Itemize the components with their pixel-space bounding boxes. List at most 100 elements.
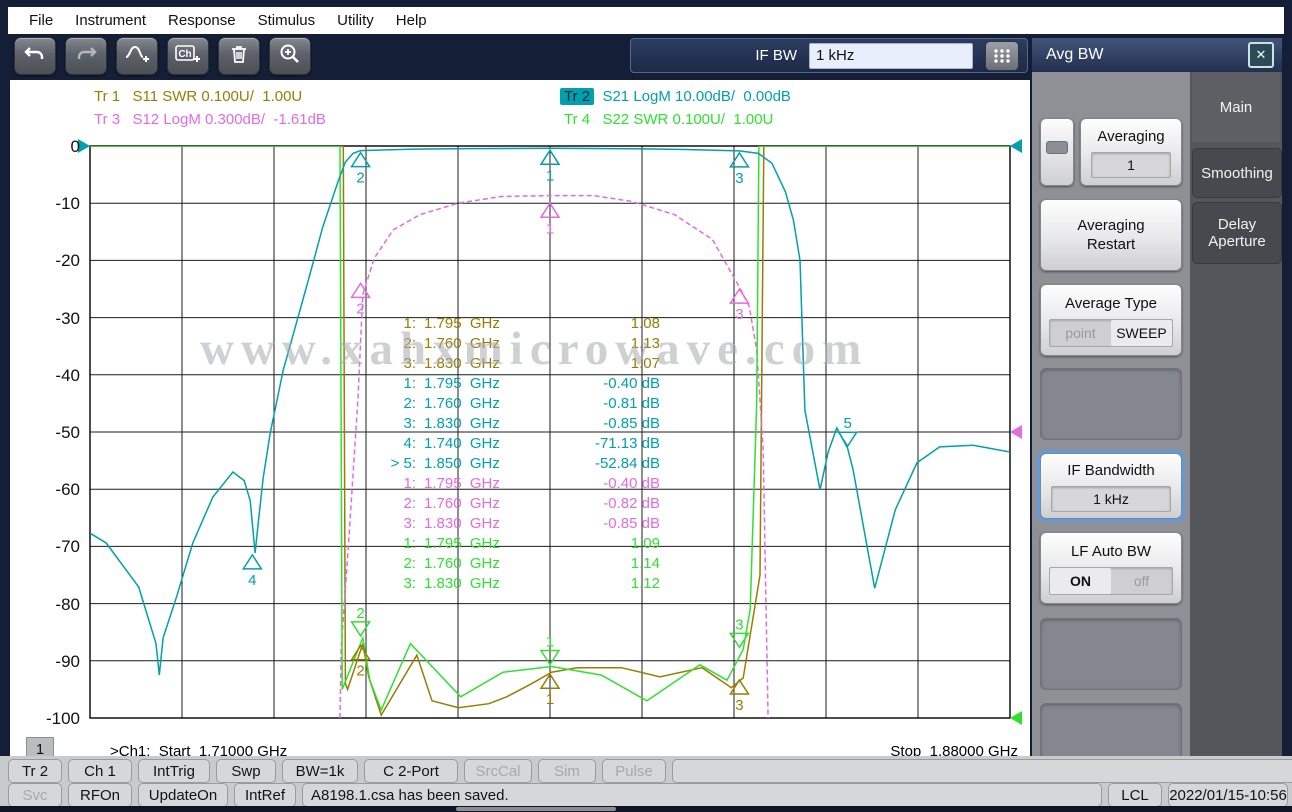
- trace-format-text: S12 LogM 0.300dB/ -1.61dB: [124, 111, 326, 128]
- marker-tr2-5[interactable]: 5: [839, 415, 857, 446]
- marker-tr4-2[interactable]: 2: [352, 605, 370, 636]
- averaging-restart-button[interactable]: Averaging Restart: [1040, 199, 1182, 271]
- tab-main[interactable]: Main: [1192, 72, 1280, 142]
- trace-label-tr1[interactable]: Tr 1 S11 SWR 0.100U/ 1.00U: [90, 88, 302, 105]
- y-axis-label: -100: [36, 709, 80, 729]
- averaging-button[interactable]: Averaging1: [1080, 118, 1182, 186]
- marker-tr3-2[interactable]: 2: [352, 283, 370, 317]
- if-bw-group: IF BW: [630, 38, 1028, 73]
- marker-readout-row: 1:1.795 GHz1.08: [380, 313, 660, 333]
- trace-format-text: S22 SWR 0.100U/ 1.00U: [594, 111, 773, 128]
- if-bw-input[interactable]: [809, 43, 973, 69]
- if-bandwidth-button[interactable]: IF Bandwidth1 kHz: [1040, 453, 1182, 519]
- marker-readout-row: 2:1.760 GHz1.13: [380, 333, 660, 353]
- trace-id-chip: Tr 1: [90, 88, 124, 105]
- menu-stimulus[interactable]: Stimulus: [247, 9, 327, 32]
- status-spacer[interactable]: [672, 759, 1292, 783]
- marker-tr2-4[interactable]: 4: [243, 555, 261, 589]
- keypad-dots-icon: [992, 47, 1012, 65]
- average-type-option-point[interactable]: point: [1050, 320, 1111, 346]
- status-rfon[interactable]: RFOn: [68, 783, 132, 807]
- status-bw-1k[interactable]: BW=1k: [282, 759, 358, 783]
- lf-auto-bw-option-off[interactable]: off: [1111, 568, 1172, 594]
- status-ch-1[interactable]: Ch 1: [68, 759, 132, 783]
- marker-readout-row: 2:1.760 GHz1.14: [380, 553, 660, 573]
- marker-number: 4: [248, 572, 256, 589]
- marker-triangle-icon: [243, 555, 261, 569]
- trace-label-tr2[interactable]: Tr 2 S21 LogM 10.00dB/ 0.00dB: [560, 88, 791, 105]
- marker-value: -0.85 dB: [500, 515, 660, 532]
- marker-readout-row: 3:1.830 GHz-0.85 dB: [380, 513, 660, 533]
- marker-frequency: 1.760 GHz: [424, 495, 500, 512]
- taskbar-thumb[interactable]: [456, 807, 616, 811]
- delete-button[interactable]: [218, 37, 260, 75]
- status-lcl[interactable]: LCL: [1108, 783, 1162, 807]
- marker-frequency: 1.760 GHz: [424, 395, 500, 412]
- marker-readout-row: 2:1.760 GHz-0.82 dB: [380, 493, 660, 513]
- status-row-2: SvcRFOnUpdateOnIntRefA8198.1.csa has bee…: [8, 783, 1288, 807]
- marker-readout-row: 1:1.795 GHz-0.40 dB: [380, 473, 660, 493]
- status-tr-2[interactable]: Tr 2: [8, 759, 62, 783]
- lf-auto-bw-button[interactable]: LF Auto BWONoff: [1040, 532, 1182, 604]
- menu-file[interactable]: File: [18, 9, 64, 32]
- marker-value: -0.85 dB: [500, 415, 660, 432]
- trace-label-tr3[interactable]: Tr 3 S12 LogM 0.300dB/ -1.61dB: [90, 111, 326, 128]
- add-channel-button[interactable]: Ch: [167, 37, 209, 75]
- status-inttrig[interactable]: IntTrig: [138, 759, 210, 783]
- marker-frequency: 1.760 GHz: [424, 335, 500, 352]
- status-svc[interactable]: Svc: [8, 783, 62, 807]
- marker-value: 1.13: [500, 335, 660, 352]
- tab-smoothing[interactable]: Smoothing: [1192, 148, 1282, 198]
- keypad-icon[interactable]: [985, 41, 1019, 71]
- average-type-option-sweep[interactable]: SWEEP: [1111, 320, 1172, 346]
- marker-tr1-3[interactable]: 3: [730, 680, 748, 714]
- menu-utility[interactable]: Utility: [326, 9, 385, 32]
- undo-icon: [24, 44, 46, 69]
- zoom-icon: [279, 43, 301, 70]
- status-pulse[interactable]: Pulse: [602, 759, 666, 783]
- marker-tr2-2[interactable]: 2: [352, 153, 370, 187]
- y-axis-label: -50: [36, 423, 80, 443]
- close-icon[interactable]: ✕: [1248, 42, 1274, 68]
- marker-tr2-3[interactable]: 3: [730, 153, 748, 187]
- marker-number: 3: [735, 697, 743, 714]
- y-axis-label: 0: [36, 137, 80, 157]
- marker-triangle-icon: [839, 432, 857, 446]
- marker-readout-row: > 5:1.850 GHz-52.84 dB: [380, 453, 660, 473]
- marker-value: -52.84 dB: [500, 455, 660, 472]
- status-c-2-port[interactable]: C 2-Port: [364, 759, 458, 783]
- if-bandwidth-value: 1 kHz: [1051, 486, 1171, 512]
- panel-buttons: Averaging1 Averaging Restart Average Typep…: [1032, 72, 1190, 762]
- menu-instrument[interactable]: Instrument: [64, 9, 157, 32]
- marker-index: 2:: [380, 555, 416, 572]
- status-updateon[interactable]: UpdateOn: [138, 783, 228, 807]
- marker-number: 1: [546, 634, 554, 651]
- tab-delay-aperture[interactable]: Delay Aperture: [1192, 202, 1282, 264]
- y-axis-label: -20: [36, 251, 80, 271]
- svg-text:Ch: Ch: [178, 49, 191, 60]
- status-sim[interactable]: Sim: [538, 759, 596, 783]
- ref-level-indicator-tr2-right: [1010, 139, 1022, 153]
- average-type-button[interactable]: Average TypepointSWEEP: [1040, 284, 1182, 356]
- redo-button[interactable]: [65, 37, 107, 75]
- add-trace-button[interactable]: [116, 37, 158, 75]
- lf-auto-bw-option-on[interactable]: ON: [1050, 568, 1111, 594]
- marker-number: 2: [356, 605, 364, 622]
- marker-frequency: 1.830 GHz: [424, 575, 500, 592]
- marker-triangle-icon: [730, 153, 748, 167]
- menu-response[interactable]: Response: [157, 9, 247, 32]
- marker-frequency: 1.830 GHz: [424, 515, 500, 532]
- trace-label-tr4[interactable]: Tr 4 S22 SWR 0.100U/ 1.00U: [560, 111, 773, 128]
- marker-index: 2:: [380, 495, 416, 512]
- menu-help[interactable]: Help: [385, 9, 438, 32]
- status-srccal[interactable]: SrcCal: [464, 759, 532, 783]
- add-channel-icon: Ch: [175, 44, 201, 69]
- status-intref[interactable]: IntRef: [234, 783, 296, 807]
- y-axis-label: -70: [36, 537, 80, 557]
- zoom-button[interactable]: [269, 37, 311, 75]
- averaging-toggle-button[interactable]: [1040, 118, 1074, 186]
- averaging-value: 1: [1091, 152, 1171, 178]
- status-swp[interactable]: Swp: [216, 759, 276, 783]
- menu-bar: FileInstrumentResponseStimulusUtilityHel…: [8, 7, 1284, 34]
- undo-button[interactable]: [14, 37, 56, 75]
